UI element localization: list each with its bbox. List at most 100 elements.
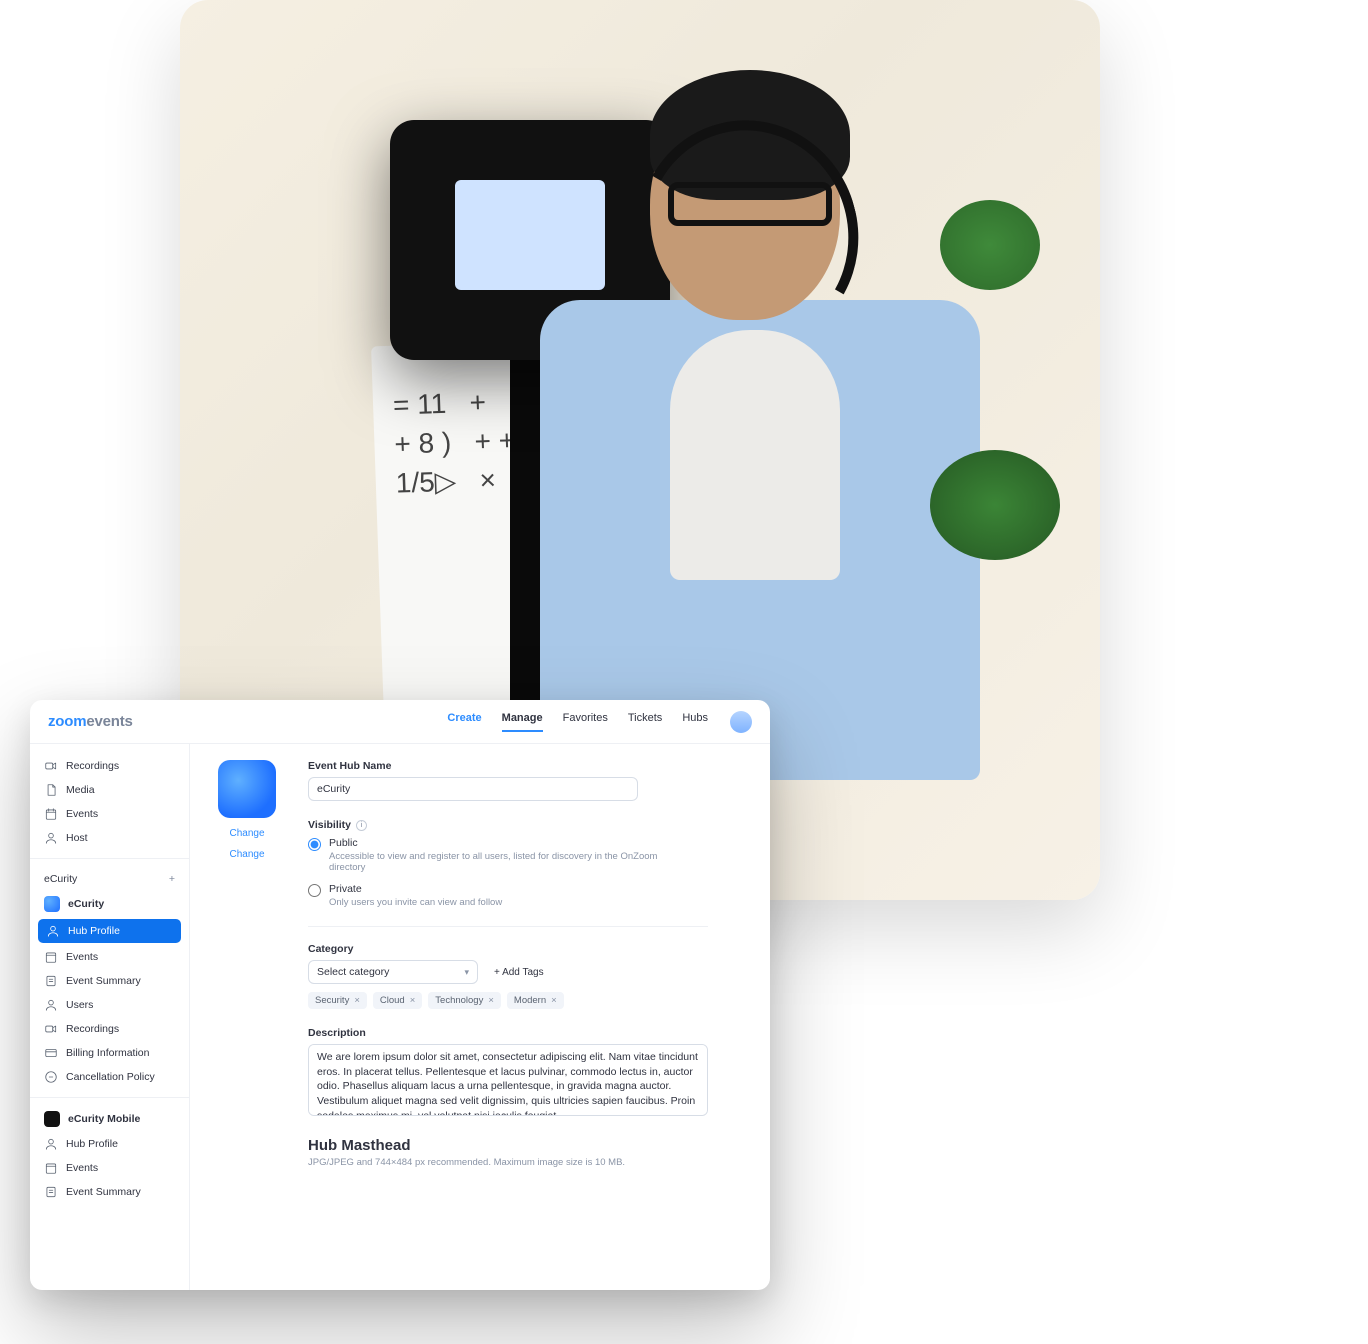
sidebar-item-hub-profile[interactable]: Hub Profile (30, 1132, 189, 1156)
close-icon[interactable]: × (488, 995, 494, 1006)
logo-zoom-text: zoom (48, 713, 86, 730)
video-icon (44, 759, 58, 773)
hub-thumbnail: Change Change (212, 760, 282, 1290)
visibility-label: Visibility (308, 819, 351, 831)
avatar[interactable] (730, 711, 752, 733)
category-placeholder: Select category (317, 966, 389, 978)
hub-thumbnail-icon (44, 896, 60, 912)
tag-list: Security× Cloud× Technology× Modern× (308, 992, 748, 1009)
description-label: Description (308, 1027, 748, 1039)
top-nav: Create Manage Favorites Tickets Hubs (447, 712, 708, 732)
info-icon[interactable]: i (356, 820, 367, 831)
private-description: Only users you invite can view and follo… (329, 897, 502, 908)
sidebar-item-media[interactable]: Media (30, 778, 189, 802)
hub-title: eCurity (68, 898, 104, 910)
file-icon (44, 783, 58, 797)
sidebar-label: Event Summary (66, 975, 141, 987)
visibility-public-row[interactable]: Public Accessible to view and register t… (308, 837, 748, 873)
sidebar-label: Events (66, 951, 98, 963)
plant-icon (930, 450, 1060, 560)
close-icon[interactable]: × (354, 995, 360, 1006)
sidebar-item-users[interactable]: Users (30, 993, 189, 1017)
nav-hubs[interactable]: Hubs (682, 712, 708, 732)
public-description: Accessible to view and register to all u… (329, 851, 669, 873)
calendar-icon (44, 950, 58, 964)
sidebar-item-events[interactable]: Events (30, 1156, 189, 1180)
public-label: Public (329, 837, 669, 849)
sidebar-label: Events (66, 808, 98, 820)
user-icon (46, 924, 60, 938)
calendar-icon (44, 1161, 58, 1175)
card-icon (44, 1046, 58, 1060)
sidebar-item-billing[interactable]: Billing Information (30, 1041, 189, 1065)
sidebar-label: Billing Information (66, 1047, 149, 1059)
category-label: Category (308, 943, 748, 955)
sidebar-item-event-summary[interactable]: Event Summary (30, 1180, 189, 1204)
app-window: zoomevents Create Manage Favorites Ticke… (30, 700, 770, 1290)
calendar-icon (44, 807, 58, 821)
logo-events-text: events (86, 713, 132, 730)
sidebar-label: Recordings (66, 1023, 119, 1035)
nav-tickets[interactable]: Tickets (628, 712, 662, 732)
user-icon (44, 998, 58, 1012)
sidebar-label: Cancellation Policy (66, 1071, 155, 1083)
sidebar-label: Hub Profile (68, 925, 120, 937)
visibility-public-radio[interactable] (308, 838, 321, 851)
sidebar-item-recordings[interactable]: Recordings (30, 1017, 189, 1041)
nav-manage[interactable]: Manage (502, 712, 543, 732)
plant-icon (940, 200, 1040, 290)
summary-icon (44, 974, 58, 988)
close-icon[interactable]: × (551, 995, 557, 1006)
sidebar-item-cancellation[interactable]: Cancellation Policy (30, 1065, 189, 1089)
sidebar-item-event-summary[interactable]: Event Summary (30, 969, 189, 993)
sidebar-item-recordings[interactable]: Recordings (30, 754, 189, 778)
divider (30, 1097, 189, 1098)
change-thumbnail-link[interactable]: Change (212, 828, 282, 839)
hub-name-input[interactable] (308, 777, 638, 801)
masthead-title: Hub Masthead (308, 1137, 748, 1154)
divider (30, 858, 189, 859)
change-thumbnail-link[interactable]: Change (212, 849, 282, 860)
sidebar: Recordings Media Events Host eCurity + (30, 744, 190, 1290)
visibility-private-radio[interactable] (308, 884, 321, 897)
hub-name-label: Event Hub Name (308, 760, 748, 772)
user-icon (44, 831, 58, 845)
private-label: Private (329, 883, 502, 895)
sidebar-group-header[interactable]: eCurity + (30, 867, 189, 891)
sidebar-label: Events (66, 1162, 98, 1174)
sidebar-hub-ecurity[interactable]: eCurity (30, 891, 189, 917)
policy-icon (44, 1070, 58, 1084)
tag-chip: Technology× (428, 992, 501, 1009)
sidebar-label: Hub Profile (66, 1138, 118, 1150)
masthead-hint: JPG/JPEG and 744×484 px recommended. Max… (308, 1157, 748, 1168)
sidebar-item-events[interactable]: Events (30, 945, 189, 969)
tag-chip: Security× (308, 992, 367, 1009)
category-select[interactable]: Select category ▾ (308, 960, 478, 984)
sidebar-label: Recordings (66, 760, 119, 772)
group-title: eCurity (44, 873, 77, 885)
sidebar-item-events[interactable]: Events (30, 802, 189, 826)
topbar: zoomevents Create Manage Favorites Ticke… (30, 700, 770, 744)
visibility-private-row[interactable]: Private Only users you invite can view a… (308, 883, 748, 908)
hub-thumbnail-image (218, 760, 276, 818)
sidebar-label: Event Summary (66, 1186, 141, 1198)
sidebar-label: Host (66, 832, 88, 844)
close-icon[interactable]: × (410, 995, 416, 1006)
sidebar-label: Users (66, 999, 93, 1011)
plus-icon[interactable]: + (169, 873, 175, 885)
sidebar-hub-ecurity-mobile[interactable]: eCurity Mobile (30, 1106, 189, 1132)
hub-title: eCurity Mobile (68, 1113, 140, 1125)
sidebar-item-hub-profile[interactable]: Hub Profile (38, 919, 181, 943)
description-textarea[interactable] (308, 1044, 708, 1116)
user-icon (44, 1137, 58, 1151)
video-icon (44, 1022, 58, 1036)
sidebar-item-host[interactable]: Host (30, 826, 189, 850)
sidebar-label: Media (66, 784, 95, 796)
tag-chip: Cloud× (373, 992, 422, 1009)
nav-create[interactable]: Create (447, 712, 481, 732)
hub-profile-form: Event Hub Name Visibility i Public Acces… (308, 760, 748, 1290)
nav-favorites[interactable]: Favorites (563, 712, 608, 732)
add-tags-link[interactable]: + Add Tags (494, 967, 544, 978)
divider (308, 926, 708, 927)
summary-icon (44, 1185, 58, 1199)
